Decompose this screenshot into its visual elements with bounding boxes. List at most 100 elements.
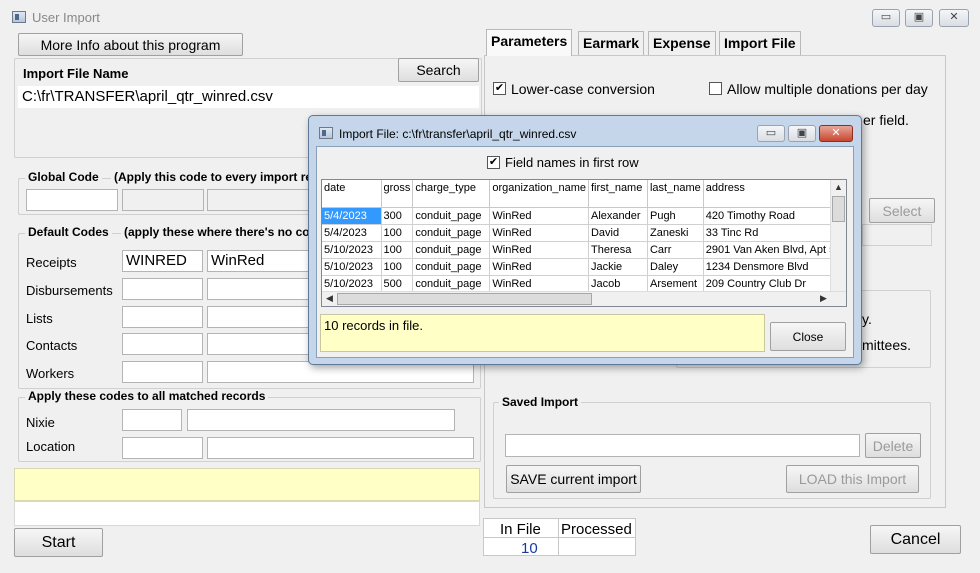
grid-cell[interactable]: Arsement <box>647 275 704 293</box>
grid-cell[interactable]: Zaneski <box>647 224 704 242</box>
scroll-up-icon[interactable]: ▲ <box>831 182 846 192</box>
grid-cell[interactable]: WinRed <box>489 241 589 259</box>
grid-cell[interactable]: Pugh <box>647 207 704 225</box>
tab-expense[interactable]: Expense <box>648 31 716 55</box>
grid-cell[interactable]: 100 <box>381 241 414 259</box>
grid-cell[interactable]: 5/10/2023 <box>322 275 382 293</box>
dialog-maximize-icon[interactable]: ▣ <box>788 125 816 142</box>
grid-cell[interactable]: WinRed <box>489 207 589 225</box>
grid-cell[interactable]: 100 <box>381 224 414 242</box>
dialog-minimize-icon[interactable]: ▭ <box>757 125 785 142</box>
lowercase-checkbox[interactable]: ✔ <box>493 82 506 95</box>
grid-cell[interactable]: 5/10/2023 <box>322 241 382 259</box>
grid-column-header[interactable]: organization_name <box>489 180 589 208</box>
grid-row[interactable]: 5/10/2023 100 conduit_page WinRed Theresa Car… <box>322 241 840 259</box>
default-codes-hint: (apply these where there's no co <box>121 225 313 239</box>
hscroll-thumb[interactable] <box>337 293 592 305</box>
global-code-desc <box>122 189 204 211</box>
code-row-label: Workers <box>26 366 75 381</box>
grid-cell[interactable]: conduit_page <box>412 241 491 259</box>
code-row-code-input[interactable] <box>122 361 203 383</box>
grid-cell[interactable]: 33 Tinc Rd <box>703 224 840 242</box>
location-desc-input[interactable] <box>207 437 474 459</box>
global-code-input[interactable] <box>26 189 118 211</box>
grid-column-header[interactable]: gross <box>381 180 414 208</box>
partial-text-field: er field. <box>863 112 909 128</box>
lowercase-label: Lower-case conversion <box>511 81 655 97</box>
grid-column-header[interactable]: date <box>322 180 382 208</box>
grid-cell[interactable]: WinRed <box>489 258 589 276</box>
grid-cell[interactable]: 500 <box>381 275 414 293</box>
load-import-button[interactable]: LOAD this Import <box>786 465 919 493</box>
grid-cell[interactable]: WinRed <box>489 224 589 242</box>
grid-column-header[interactable]: first_name <box>588 180 648 208</box>
grid-cell[interactable]: David <box>588 224 648 242</box>
search-button[interactable]: Search <box>398 58 479 82</box>
tab-parameters[interactable]: Parameters <box>486 29 573 56</box>
grid-column-header[interactable]: address <box>703 180 840 208</box>
grid-cell[interactable]: 209 Country Club Dr <box>703 275 840 293</box>
global-code-title: Global Code <box>25 170 102 184</box>
code-row-code-input[interactable]: WINRED <box>122 250 203 272</box>
field-names-checkbox[interactable]: ✔ <box>487 156 500 169</box>
cancel-button[interactable]: Cancel <box>870 525 961 554</box>
grid-cell[interactable]: WinRed <box>489 275 589 293</box>
tab-earmark[interactable]: Earmark <box>578 31 645 55</box>
grid-cell[interactable]: 2901 Van Aken Blvd, Apt 5 <box>703 241 840 259</box>
import-file-input[interactable]: C:\fr\TRANSFER\april_qtr_winred.csv <box>18 86 479 108</box>
grid-cell[interactable]: Theresa <box>588 241 648 259</box>
scroll-left-icon[interactable]: ◀ <box>322 293 337 304</box>
grid-cell[interactable]: conduit_page <box>412 224 491 242</box>
select-button[interactable]: Select <box>869 198 935 223</box>
status-yellow-box <box>14 468 480 501</box>
grid-horizontal-scrollbar[interactable]: ◀ ▶ <box>322 291 846 306</box>
grid-cell[interactable]: 5/4/2023 <box>322 207 382 225</box>
allow-multiple-checkbox[interactable] <box>709 82 722 95</box>
vscroll-thumb[interactable] <box>832 196 845 222</box>
grid-row[interactable]: 5/4/2023 100 conduit_page WinRed David Zanesk… <box>322 224 840 242</box>
grid-cell[interactable]: 5/4/2023 <box>322 224 382 242</box>
grid-column-header[interactable]: last_name <box>647 180 704 208</box>
grid-cell[interactable]: conduit_page <box>412 207 491 225</box>
more-info-button[interactable]: More Info about this program <box>18 33 243 56</box>
grid-vertical-scrollbar[interactable]: ▲ <box>830 180 846 292</box>
grid-cell[interactable]: 300 <box>381 207 414 225</box>
grid-cell[interactable]: conduit_page <box>412 258 491 276</box>
grid-cell[interactable]: Alexander <box>588 207 648 225</box>
location-code-input[interactable] <box>122 437 203 459</box>
grid-cell[interactable]: Jackie <box>588 258 648 276</box>
start-button[interactable]: Start <box>14 528 103 557</box>
default-codes-title: Default Codes <box>25 225 112 239</box>
code-row-code-input[interactable] <box>122 278 203 300</box>
import-file-dialog: Import File: c:\fr\transfer\april_qtr_wi… <box>308 115 862 365</box>
import-grid[interactable]: date gross charge_type organization_name fir… <box>321 179 847 307</box>
grid-cell[interactable]: 1234 Densmore Blvd <box>703 258 840 276</box>
grid-row[interactable]: 5/4/2023 300 conduit_page WinRed Alexander Pu… <box>322 207 840 225</box>
grid-row[interactable]: 5/10/2023 100 conduit_page WinRed Jackie Dale… <box>322 258 840 276</box>
dialog-close-button[interactable]: Close <box>770 322 846 351</box>
saved-import-input[interactable] <box>505 434 860 457</box>
grid-cell[interactable]: Daley <box>647 258 704 276</box>
save-import-button[interactable]: SAVE current import <box>506 465 641 493</box>
nixie-desc-input[interactable] <box>187 409 455 431</box>
grid-cell[interactable]: 100 <box>381 258 414 276</box>
dialog-icon <box>319 127 333 139</box>
code-row-code-input[interactable] <box>122 306 203 328</box>
grid-cell[interactable]: 420 Timothy Road <box>703 207 840 225</box>
dialog-close-icon[interactable]: ✕ <box>819 125 853 142</box>
scroll-right-icon[interactable]: ▶ <box>816 293 831 304</box>
maximize-icon[interactable]: ▣ <box>905 9 933 27</box>
grid-column-header[interactable]: charge_type <box>412 180 491 208</box>
tab-import-file[interactable]: Import File <box>719 31 801 55</box>
grid-cell[interactable]: Jacob <box>588 275 648 293</box>
grid-cell[interactable]: 5/10/2023 <box>322 258 382 276</box>
delete-button[interactable]: Delete <box>865 433 921 458</box>
minimize-icon[interactable]: ▭ <box>872 9 900 27</box>
grid-cell[interactable]: conduit_page <box>412 275 491 293</box>
select-field <box>862 224 932 246</box>
close-icon[interactable]: ✕ <box>939 9 969 27</box>
code-row-code-input[interactable] <box>122 333 203 355</box>
grid-cell[interactable]: Carr <box>647 241 704 259</box>
nixie-code-input[interactable] <box>122 409 182 431</box>
grid-row[interactable]: 5/10/2023 500 conduit_page WinRed Jacob Arsem… <box>322 275 840 293</box>
